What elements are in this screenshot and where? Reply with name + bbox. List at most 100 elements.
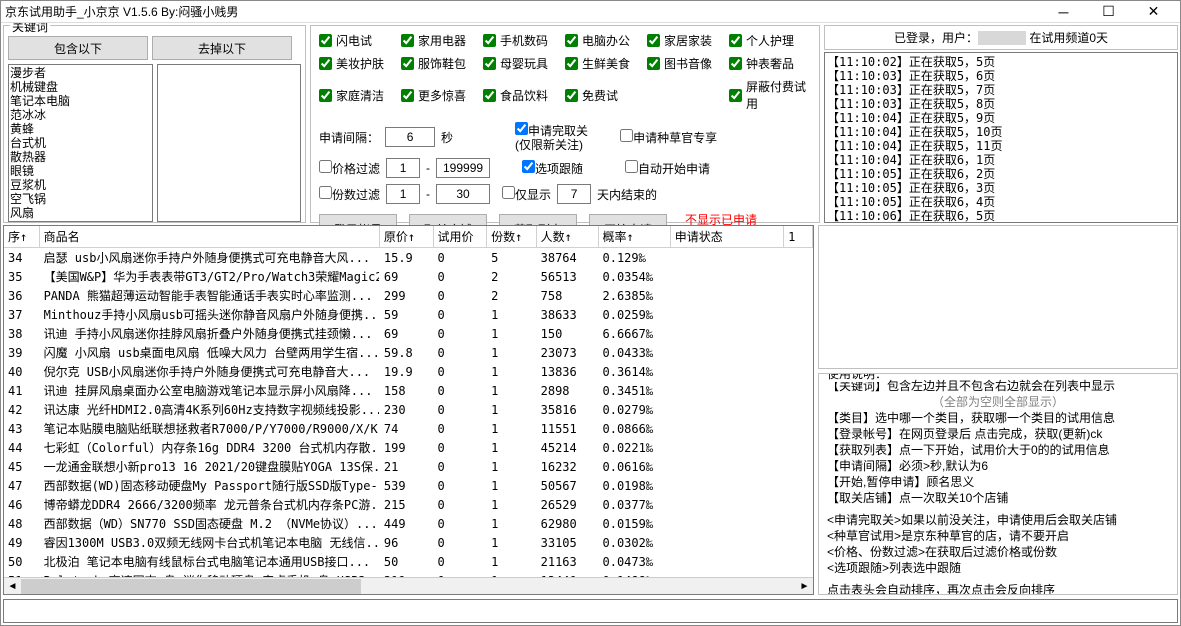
count-max-input[interactable]: [436, 184, 490, 204]
table-body: 34启瑟 usb小风扇迷你手持户外随身便携式可充电静音大风...15.90538…: [4, 248, 813, 578]
column-header[interactable]: 人数↑: [536, 226, 598, 248]
category-check[interactable]: 手机数码: [483, 32, 565, 49]
category-check[interactable]: 服饰鞋包: [401, 55, 483, 72]
days-end-label: 天内结束的: [597, 186, 657, 203]
column-header[interactable]: 1: [784, 226, 813, 248]
column-header[interactable]: 概率↑: [598, 226, 670, 248]
table-row[interactable]: 44 七彩虹（Colorful）内存条16g DDR4 3200 台式机内存散.…: [4, 438, 813, 457]
column-header[interactable]: 序↑: [4, 226, 39, 248]
category-check[interactable]: 钟表奢品: [729, 55, 811, 72]
keyword-item[interactable]: 范冰冰: [10, 108, 151, 122]
include-button[interactable]: 包含以下: [8, 36, 148, 60]
column-header[interactable]: 商品名: [39, 226, 379, 248]
grass-officer-check[interactable]: 申请种草官专享: [620, 129, 717, 146]
table-row[interactable]: 42 讯达康 光纤HDMI2.0高清4K系列60Hz支持数字视频线投影...23…: [4, 400, 813, 419]
keyword-item[interactable]: 笔记本电脑: [10, 94, 151, 108]
keyword-group: 关键词 包含以下 去掉以下 漫步者机械键盘笔记本电脑范冰冰黄蜂台式机散热器眼镜豆…: [3, 25, 306, 223]
column-header[interactable]: 份数↑: [487, 226, 537, 248]
category-check[interactable]: 电脑办公: [565, 32, 647, 49]
only-show-input[interactable]: [557, 184, 591, 204]
status-bar: [3, 599, 1178, 623]
keyword-item[interactable]: 眼镜: [10, 164, 151, 178]
right-top-panel: 已登录，用户：xx 在试用频道0天 【11:10:02】正在获取5，5页【11:…: [824, 25, 1178, 223]
scroll-left-arrow[interactable]: ◄: [4, 578, 21, 595]
log-box[interactable]: 【11:10:02】正在获取5，5页【11:10:03】正在获取5，6页【11:…: [824, 52, 1178, 223]
column-header[interactable]: 申请状态: [670, 226, 783, 248]
table-row[interactable]: 47 西部数据(WD)固态移动硬盘My Passport随行版SSD版Type-…: [4, 476, 813, 495]
count-min-input[interactable]: [386, 184, 420, 204]
table-row[interactable]: 43 笔记本贴膜电脑贴纸联想拯救者R7000/P/Y7000/R9000/X/K…: [4, 419, 813, 438]
interval-input[interactable]: [385, 127, 435, 147]
table-row[interactable]: 38 讯迪 手持小风扇迷你挂脖风扇折叠户外随身便携式挂颈懒...69011506…: [4, 324, 813, 343]
titlebar: 京东试用助手_小京京 V1.5.6 By:闷骚小贱男 ─ ☐ ✕: [1, 1, 1180, 23]
category-check[interactable]: 家庭清洁: [319, 78, 401, 112]
category-check[interactable]: 图书音像: [647, 55, 729, 72]
table-wrap: 序↑商品名原价↑试用价份数↑人数↑概率↑申请状态1 34启瑟 usb小风扇迷你手…: [3, 225, 814, 595]
category-row-2: 美妆护肤 服饰鞋包 母婴玩具 生鲜美食 图书音像 钟表奢品: [319, 55, 811, 72]
option-follow-check[interactable]: 选项跟随: [522, 160, 583, 177]
table-row[interactable]: 45一龙通金联想小新pro13 16 2021/20键盘膜贴YOGA 13S保.…: [4, 457, 813, 476]
keyword-item[interactable]: 空飞锅: [10, 192, 151, 206]
scroll-right-arrow[interactable]: ►: [796, 578, 813, 595]
instructions-group: 使用说明： 【关键词】包含左边并且不包含右边就会在列表中显示 （全部为空则全部显…: [818, 373, 1178, 595]
table-scroll[interactable]: 序↑商品名原价↑试用价份数↑人数↑概率↑申请状态1 34启瑟 usb小风扇迷你手…: [4, 226, 813, 577]
keyword-item[interactable]: 黄蜂: [10, 122, 151, 136]
status-line: 已登录，用户：xx 在试用频道0天: [824, 25, 1178, 50]
keyword-item[interactable]: 风扇: [10, 206, 151, 220]
auto-start-check[interactable]: 自动开始申请: [625, 160, 710, 177]
table-row[interactable]: 34启瑟 usb小风扇迷你手持户外随身便携式可充电静音大风...15.90538…: [4, 248, 813, 268]
scroll-thumb[interactable]: [21, 579, 361, 594]
table-row[interactable]: 37 Minthouz手持小风扇usb可摇头迷你静音风扇户外随身便携...590…: [4, 305, 813, 324]
column-header[interactable]: 原价↑: [379, 226, 433, 248]
keyword-legend: 关键词: [10, 23, 50, 35]
exclude-list[interactable]: [157, 64, 302, 222]
column-header[interactable]: 试用价: [433, 226, 487, 248]
table-row[interactable]: 35【美国W&P】华为手表表带GT3/GT2/Pro/Watch3荣耀Magic…: [4, 267, 813, 286]
table-row[interactable]: 49 睿因1300M USB3.0双频无线网卡台式机笔记本电脑 无线信...96…: [4, 533, 813, 552]
mid-row: 序↑商品名原价↑试用价份数↑人数↑概率↑申请状态1 34启瑟 usb小风扇迷你手…: [3, 225, 1178, 595]
keyword-item[interactable]: 机械键盘: [10, 80, 151, 94]
category-check[interactable]: 食品饮料: [483, 78, 565, 112]
category-check[interactable]: 闪电试: [319, 32, 401, 49]
keyword-item[interactable]: 豆浆机: [10, 178, 151, 192]
maximize-button[interactable]: ☐: [1086, 2, 1131, 22]
keyword-item[interactable]: 漫步者: [10, 66, 151, 80]
window-title: 京东试用助手_小京京 V1.5.6 By:闷骚小贱男: [5, 3, 1041, 20]
price-max-input[interactable]: [436, 158, 490, 178]
price-filter-check[interactable]: 价格过滤: [319, 160, 380, 177]
options-panel: 闪电试 家用电器 手机数码 电脑办公 家居家装 个人护理 美妆护肤 服饰鞋包 母…: [310, 25, 820, 223]
exclude-button[interactable]: 去掉以下: [152, 36, 292, 60]
only-show-check[interactable]: 仅显示: [502, 186, 551, 203]
count-filter-check[interactable]: 份数过滤: [319, 186, 380, 203]
finish-unfollow-check[interactable]: 申请完取关 (仅限新关注): [515, 122, 588, 152]
category-check[interactable]: 免费试: [565, 78, 647, 112]
table-row[interactable]: 36 PANDA 熊猫超薄运动智能手表智能通话手表实时心率监测...299027…: [4, 286, 813, 305]
category-check[interactable]: 更多惊喜: [401, 78, 483, 112]
app-window: 京东试用助手_小京京 V1.5.6 By:闷骚小贱男 ─ ☐ ✕ 关键词 包含以…: [0, 0, 1181, 626]
category-check[interactable]: 生鲜美食: [565, 55, 647, 72]
table-row[interactable]: 48 西部数据（WD）SN770 SSD固态硬盘 M.2 （NVMe协议）...…: [4, 514, 813, 533]
table-row[interactable]: 46 博帝蟒龙DDR4 2666/3200频率 龙元普条台式机内存条PC游...…: [4, 495, 813, 514]
minimize-button[interactable]: ─: [1041, 2, 1086, 22]
include-list[interactable]: 漫步者机械键盘笔记本电脑范冰冰黄蜂台式机散热器眼镜豆浆机空飞锅风扇: [8, 64, 153, 222]
table-header[interactable]: 序↑商品名原价↑试用价份数↑人数↑概率↑申请状态1: [4, 226, 813, 248]
category-check[interactable]: 家用电器: [401, 32, 483, 49]
instructions-legend: 使用说明：: [825, 373, 889, 382]
price-min-input[interactable]: [386, 158, 420, 178]
table-row[interactable]: 41 讯迪 挂屏风扇桌面办公室电脑游戏笔记本显示屏小风扇降...15801289…: [4, 381, 813, 400]
block-paid-check[interactable]: 屏蔽付费试用: [729, 78, 811, 112]
seconds-label: 秒: [441, 129, 453, 146]
keyword-item[interactable]: 散热器: [10, 150, 151, 164]
category-check[interactable]: 美妆护肤: [319, 55, 401, 72]
category-check[interactable]: 母婴玩具: [483, 55, 565, 72]
horizontal-scrollbar[interactable]: ◄ ►: [4, 577, 813, 594]
table-row[interactable]: 39 闪魔 小风扇 usb桌面电风扇 低噪大风力 台壁两用学生宿...59.80…: [4, 343, 813, 362]
keyword-item[interactable]: 台式机: [10, 136, 151, 150]
category-check[interactable]: 家居家装: [647, 32, 729, 49]
close-button[interactable]: ✕: [1131, 2, 1176, 22]
category-check[interactable]: 个人护理: [729, 32, 811, 49]
category-row-3: 家庭清洁 更多惊喜 食品饮料 免费试 屏蔽付费试用: [319, 78, 811, 112]
table-row[interactable]: 50 北极泊 笔记本电脑有线鼠标台式电脑笔记本通用USB接口...5001211…: [4, 552, 813, 571]
items-table: 序↑商品名原价↑试用价份数↑人数↑概率↑申请状态1 34启瑟 usb小风扇迷你手…: [4, 226, 813, 577]
table-row[interactable]: 40 倪尔克 USB小风扇迷你手持户外随身便携式可充电静音大...19.9011…: [4, 362, 813, 381]
